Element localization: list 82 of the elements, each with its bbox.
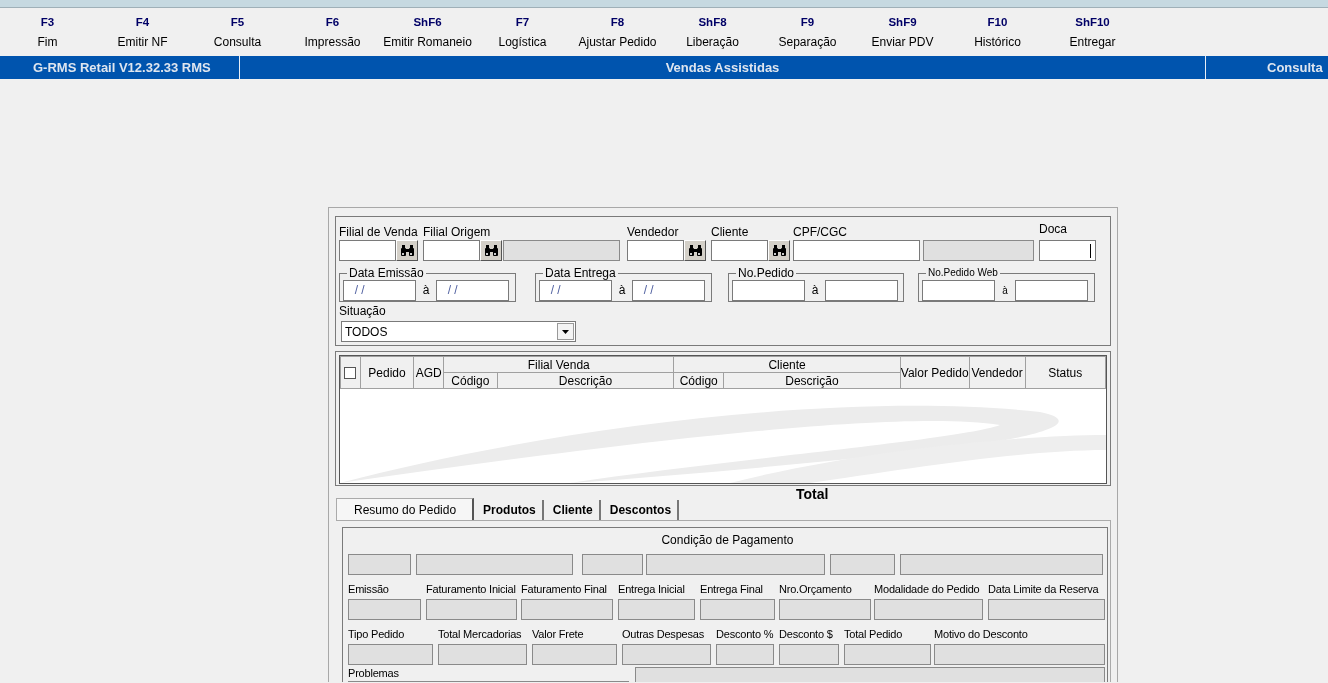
field-label: Cliente	[711, 226, 750, 239]
field-label: Filial de Venda	[339, 226, 418, 239]
field-label: Data Limite da Reserva	[988, 583, 1100, 596]
select-all-checkbox[interactable]	[344, 367, 357, 380]
group-label: Data Entrega	[544, 267, 617, 279]
section-title: Condição de Pagamento	[660, 534, 795, 547]
range-separator: à	[421, 283, 431, 297]
input-field[interactable]	[922, 279, 995, 301]
input-field[interactable]	[1039, 240, 1096, 261]
column-header: Pedido	[360, 356, 414, 389]
status-dropdown[interactable]: TODOS	[341, 321, 576, 342]
function-key-button[interactable]: F6 Impressão	[285, 8, 380, 55]
function-key-button[interactable]: F7 Logística	[475, 8, 570, 55]
field-label: Situação	[339, 305, 387, 318]
total-label: Total	[796, 487, 830, 499]
range-separator: à	[617, 283, 627, 297]
app-version-title: G-RMS Retail V12.32.33 RMS	[33, 60, 211, 75]
field-label: Vendedor	[627, 226, 680, 239]
field-label: Desconto $	[779, 628, 834, 641]
function-key-button[interactable]: ShF8 Liberação	[665, 8, 760, 55]
function-key-button[interactable]: F4 Emitir NF	[95, 8, 190, 55]
field-label: Total Pedido	[844, 628, 904, 641]
input-field[interactable]: / /	[539, 279, 612, 301]
column-header: AGD	[413, 356, 444, 389]
field-label: CPF/CGC	[793, 226, 848, 239]
column-header: Filial Venda	[443, 356, 674, 373]
field-label: Doca	[1039, 223, 1068, 236]
group-label: No.Pedido Web	[927, 267, 999, 279]
field-label: Filial Origem	[423, 226, 492, 239]
binoculars-icon	[771, 245, 787, 256]
field-label: Desconto %	[716, 628, 774, 641]
function-key-button[interactable]: F8 Ajustar Pedido	[570, 8, 665, 55]
function-key-button[interactable]: F5 Consulta	[190, 8, 285, 55]
input-field[interactable]	[627, 240, 684, 261]
dropdown-arrow-icon	[562, 329, 569, 334]
input-field[interactable]	[1015, 279, 1088, 301]
input-field[interactable]: / /	[343, 279, 416, 301]
search-button[interactable]	[684, 240, 706, 261]
function-key-button[interactable]: ShF6 Emitir Romaneio	[380, 8, 475, 55]
column-header: Valor Pedido	[900, 356, 970, 389]
screen-title: Consulta	[1267, 60, 1323, 75]
field-label: Entrega Inicial	[618, 583, 686, 596]
field-label: Motivo do Desconto	[934, 628, 1029, 641]
search-button[interactable]	[480, 240, 502, 261]
binoculars-icon	[687, 245, 703, 256]
tab[interactable]: Resumo do Pedido	[336, 498, 475, 520]
function-key-button[interactable]: ShF10 Entregar	[1045, 8, 1140, 55]
function-key-button[interactable]: F3 Fim	[0, 8, 95, 55]
input-field[interactable]	[732, 279, 805, 301]
search-button[interactable]	[396, 240, 418, 261]
function-key-button[interactable]: F10 Histórico	[950, 8, 1045, 55]
field-label: Emissão	[348, 583, 390, 596]
column-header: Vendedor	[969, 356, 1025, 389]
input-field[interactable]: / /	[436, 279, 509, 301]
column-header: Cliente	[673, 356, 901, 373]
binoculars-icon	[399, 245, 415, 256]
column-header: Status	[1025, 356, 1106, 389]
function-key-button[interactable]: F9 Separação	[760, 8, 855, 55]
field-label: Tipo Pedido	[348, 628, 406, 641]
input-field[interactable]	[825, 279, 898, 301]
input-field[interactable]: / /	[632, 279, 705, 301]
field-label: Modalidade do Pedido	[874, 583, 981, 596]
input-field[interactable]	[339, 240, 396, 261]
field-label: Total Mercadorias	[438, 628, 523, 641]
field-label: Outras Despesas	[622, 628, 705, 641]
input-field[interactable]	[711, 240, 768, 261]
binoculars-icon	[483, 245, 499, 256]
field-label: Faturamento Final	[521, 583, 608, 596]
function-key-button[interactable]: ShF9 Enviar PDV	[855, 8, 950, 55]
field-label: Valor Frete	[532, 628, 585, 641]
group-label: No.Pedido	[737, 267, 796, 279]
field-label: Nro.Orçamento	[779, 583, 853, 596]
field-label: Faturamento Inicial	[426, 583, 517, 596]
field-label: Entrega Final	[700, 583, 764, 596]
field-label: Problemas	[348, 667, 400, 680]
search-button[interactable]	[768, 240, 790, 261]
input-field[interactable]	[423, 240, 480, 261]
input-field[interactable]	[793, 240, 920, 261]
range-separator: à	[810, 283, 820, 297]
module-title: Vendas Assistidas	[665, 60, 780, 75]
group-label: Data Emissão	[348, 267, 425, 279]
range-separator: à	[1001, 284, 1009, 296]
